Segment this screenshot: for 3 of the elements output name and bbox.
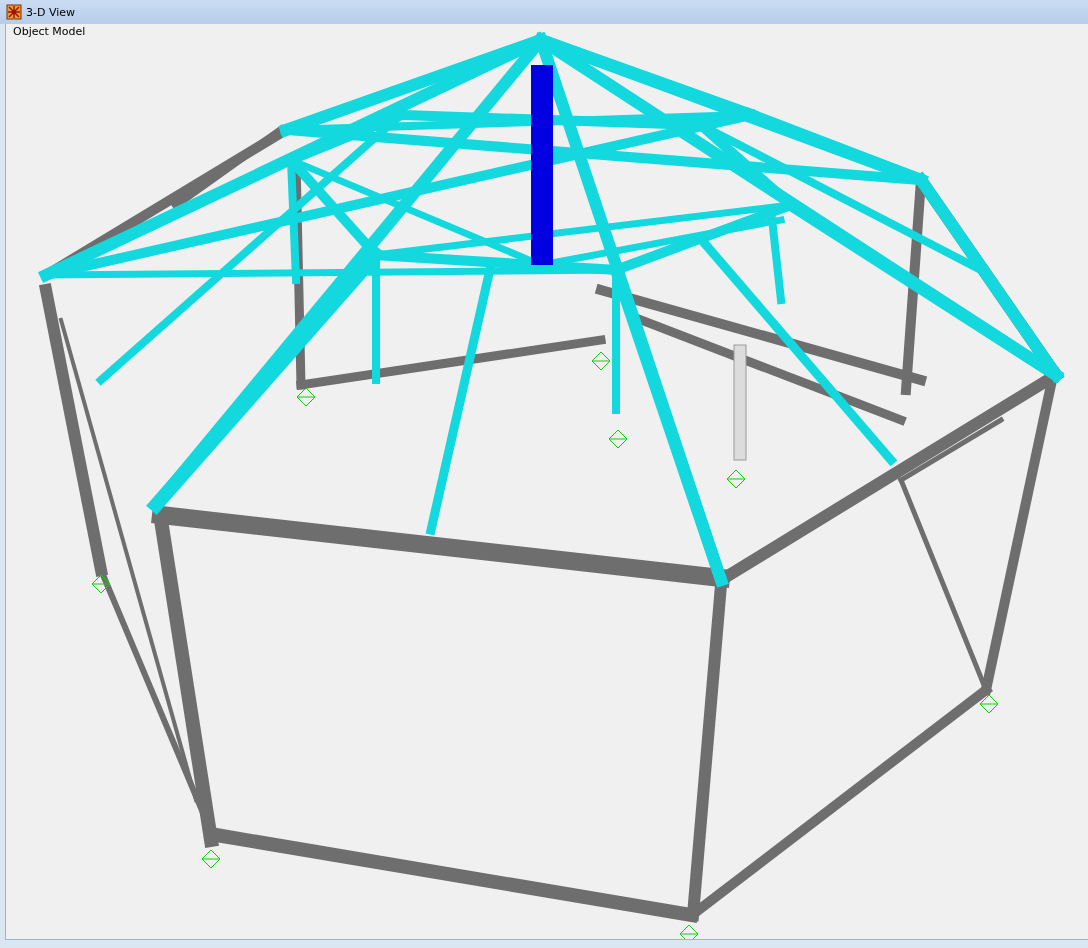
window-title: 3-D View: [26, 5, 76, 19]
view-label: Object Model: [13, 25, 86, 38]
app-icon: [6, 4, 22, 20]
